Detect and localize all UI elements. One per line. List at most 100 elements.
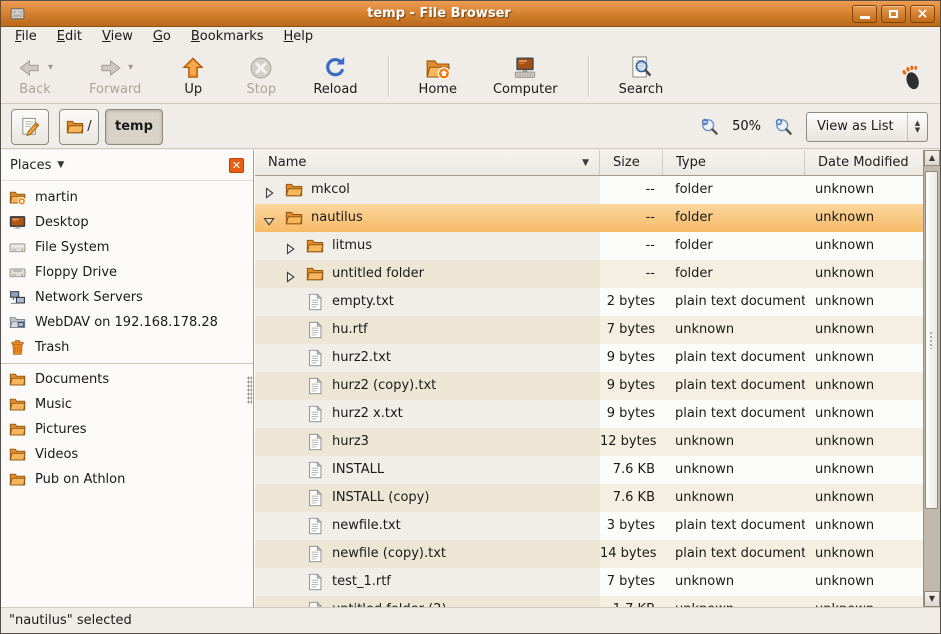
sidebar-item-webdav-on-192-168-178-28[interactable]: WebDAV on 192.168.178.28	[1, 310, 253, 335]
reload-button[interactable]: Reload	[307, 53, 363, 98]
sidebar-item-music[interactable]: Music	[1, 392, 253, 417]
up-button[interactable]: Up	[171, 53, 215, 98]
table-row[interactable]: hurz2 (copy).txt9 bytesplain text docume…	[255, 372, 923, 400]
column-header-name[interactable]: Name▼	[255, 150, 600, 175]
sidebar-item-floppy-drive[interactable]: Floppy Drive	[1, 260, 253, 285]
forward-button: ▾Forward	[83, 53, 147, 98]
name-cell: empty.txt	[255, 288, 600, 316]
date-cell: unknown	[805, 176, 923, 204]
table-row[interactable]: hurz2.txt9 bytesplain text documentunkno…	[255, 344, 923, 372]
file-icon	[306, 321, 324, 339]
type-cell: unknown	[663, 568, 805, 596]
table-row[interactable]: INSTALL7.6 KBunknownunknown	[255, 456, 923, 484]
vertical-scrollbar[interactable]: ▲ ▼	[923, 150, 940, 607]
expander-collapsed-icon[interactable]	[283, 267, 297, 281]
maximize-button[interactable]	[881, 5, 906, 23]
file-name: empty.txt	[332, 288, 394, 316]
drive-icon	[9, 239, 26, 256]
name-cell: hurz2.txt	[255, 344, 600, 372]
menu-help[interactable]: Help	[274, 27, 324, 49]
sidebar-item-martin[interactable]: martin	[1, 185, 253, 210]
date-cell: unknown	[805, 232, 923, 260]
table-row[interactable]: hu.rtf7 bytesunknownunknown	[255, 316, 923, 344]
view-mode-select[interactable]: View as List ▲▼	[806, 112, 928, 142]
places-dropdown[interactable]: Places	[10, 158, 51, 173]
sidebar-item-label: Music	[35, 397, 72, 412]
home-folder-emblem-icon	[425, 55, 451, 81]
expander-collapsed-icon[interactable]	[262, 183, 276, 197]
menu-bookmarks[interactable]: Bookmarks	[181, 27, 274, 49]
list-rows: mkcol--folderunknownnautilus--folderunkn…	[255, 176, 923, 607]
toolbar-iconrow	[180, 54, 206, 81]
sidebar-separator	[1, 363, 253, 364]
folder-icon	[66, 118, 84, 136]
search-button[interactable]: Search	[613, 53, 670, 98]
type-cell: unknown	[663, 596, 805, 607]
sidebar-close-button[interactable]: ✕	[229, 158, 244, 173]
view-mode-label: View as List	[807, 119, 907, 134]
file-icon	[306, 461, 324, 479]
table-row[interactable]: litmus--folderunknown	[255, 232, 923, 260]
paned-resize-handle[interactable]	[247, 376, 252, 404]
expander-expanded-icon[interactable]	[262, 211, 276, 225]
column-header-type[interactable]: Type	[663, 150, 805, 175]
sidebar-item-desktop[interactable]: Desktop	[1, 210, 253, 235]
date-cell: unknown	[805, 540, 923, 568]
root-path-button[interactable]: /	[59, 109, 99, 145]
table-row[interactable]: untitled folder (2)1.7 KBunknownunknown	[255, 596, 923, 607]
menu-edit[interactable]: Edit	[47, 27, 92, 49]
scrollbar-thumb[interactable]	[925, 171, 938, 509]
column-header-date-modified[interactable]: Date Modified	[805, 150, 923, 175]
up-arrow-icon	[180, 55, 206, 81]
sidebar-item-documents[interactable]: Documents	[1, 367, 253, 392]
date-cell: unknown	[805, 484, 923, 512]
table-row[interactable]: mkcol--folderunknown	[255, 176, 923, 204]
table-row[interactable]: newfile.txt3 bytesplain text documentunk…	[255, 512, 923, 540]
home-button[interactable]: Home	[413, 53, 463, 98]
zoom-out-button[interactable]	[700, 117, 719, 136]
sidebar-item-pictures[interactable]: Pictures	[1, 417, 253, 442]
titlebar[interactable]: temp - File Browser ×	[1, 1, 940, 27]
minimize-button[interactable]	[852, 5, 877, 23]
table-row[interactable]: untitled folder--folderunknown	[255, 260, 923, 288]
close-button[interactable]: ×	[910, 5, 935, 23]
column-header-size[interactable]: Size	[600, 150, 663, 175]
sidebar-item-file-system[interactable]: File System	[1, 235, 253, 260]
expander-placeholder	[283, 575, 297, 589]
menu-view[interactable]: View	[92, 27, 143, 49]
table-row[interactable]: hurz312 bytesunknownunknown	[255, 428, 923, 456]
computer-button[interactable]: Computer	[487, 53, 564, 98]
date-cell: unknown	[805, 512, 923, 540]
path-button-temp[interactable]: temp	[105, 109, 163, 145]
table-row[interactable]: INSTALL (copy)7.6 KBunknownunknown	[255, 484, 923, 512]
sidebar-item-label: Pub on Athlon	[35, 472, 125, 487]
sidebar-item-network-servers[interactable]: Network Servers	[1, 285, 253, 310]
sidebar-item-videos[interactable]: Videos	[1, 442, 253, 467]
folder-icon	[285, 209, 303, 227]
edit-location-button[interactable]	[11, 109, 49, 145]
zoom-in-button[interactable]	[774, 117, 793, 136]
toolbar-button-label: Forward	[89, 82, 141, 97]
table-row[interactable]: newfile (copy).txt14 bytesplain text doc…	[255, 540, 923, 568]
table-row[interactable]: hurz2 x.txt9 bytesplain text documentunk…	[255, 400, 923, 428]
name-cell: hurz2 x.txt	[255, 400, 600, 428]
sidebar-item-trash[interactable]: Trash	[1, 335, 253, 360]
file-name: hurz3	[332, 428, 369, 456]
sidebar-item-label: Documents	[35, 372, 109, 387]
expander-collapsed-icon[interactable]	[283, 239, 297, 253]
scroll-down-icon[interactable]: ▼	[924, 591, 940, 607]
name-cell: hu.rtf	[255, 316, 600, 344]
column-header-label: Size	[613, 155, 640, 170]
menu-go[interactable]: Go	[143, 27, 181, 49]
table-row[interactable]: empty.txt2 bytesplain text documentunkno…	[255, 288, 923, 316]
sidebar-item-pub-on-athlon[interactable]: Pub on Athlon	[1, 467, 253, 492]
type-cell: unknown	[663, 316, 805, 344]
menu-file[interactable]: File	[5, 27, 47, 49]
table-row[interactable]: nautilus--folderunknown	[255, 204, 923, 232]
table-row[interactable]: test_1.rtf7 bytesunknownunknown	[255, 568, 923, 596]
toolbar-iconrow	[248, 54, 274, 81]
toolbar-separator	[588, 56, 589, 97]
toolbar-button-label: Reload	[313, 82, 357, 97]
stop-icon	[248, 55, 274, 81]
scroll-up-icon[interactable]: ▲	[924, 150, 940, 166]
